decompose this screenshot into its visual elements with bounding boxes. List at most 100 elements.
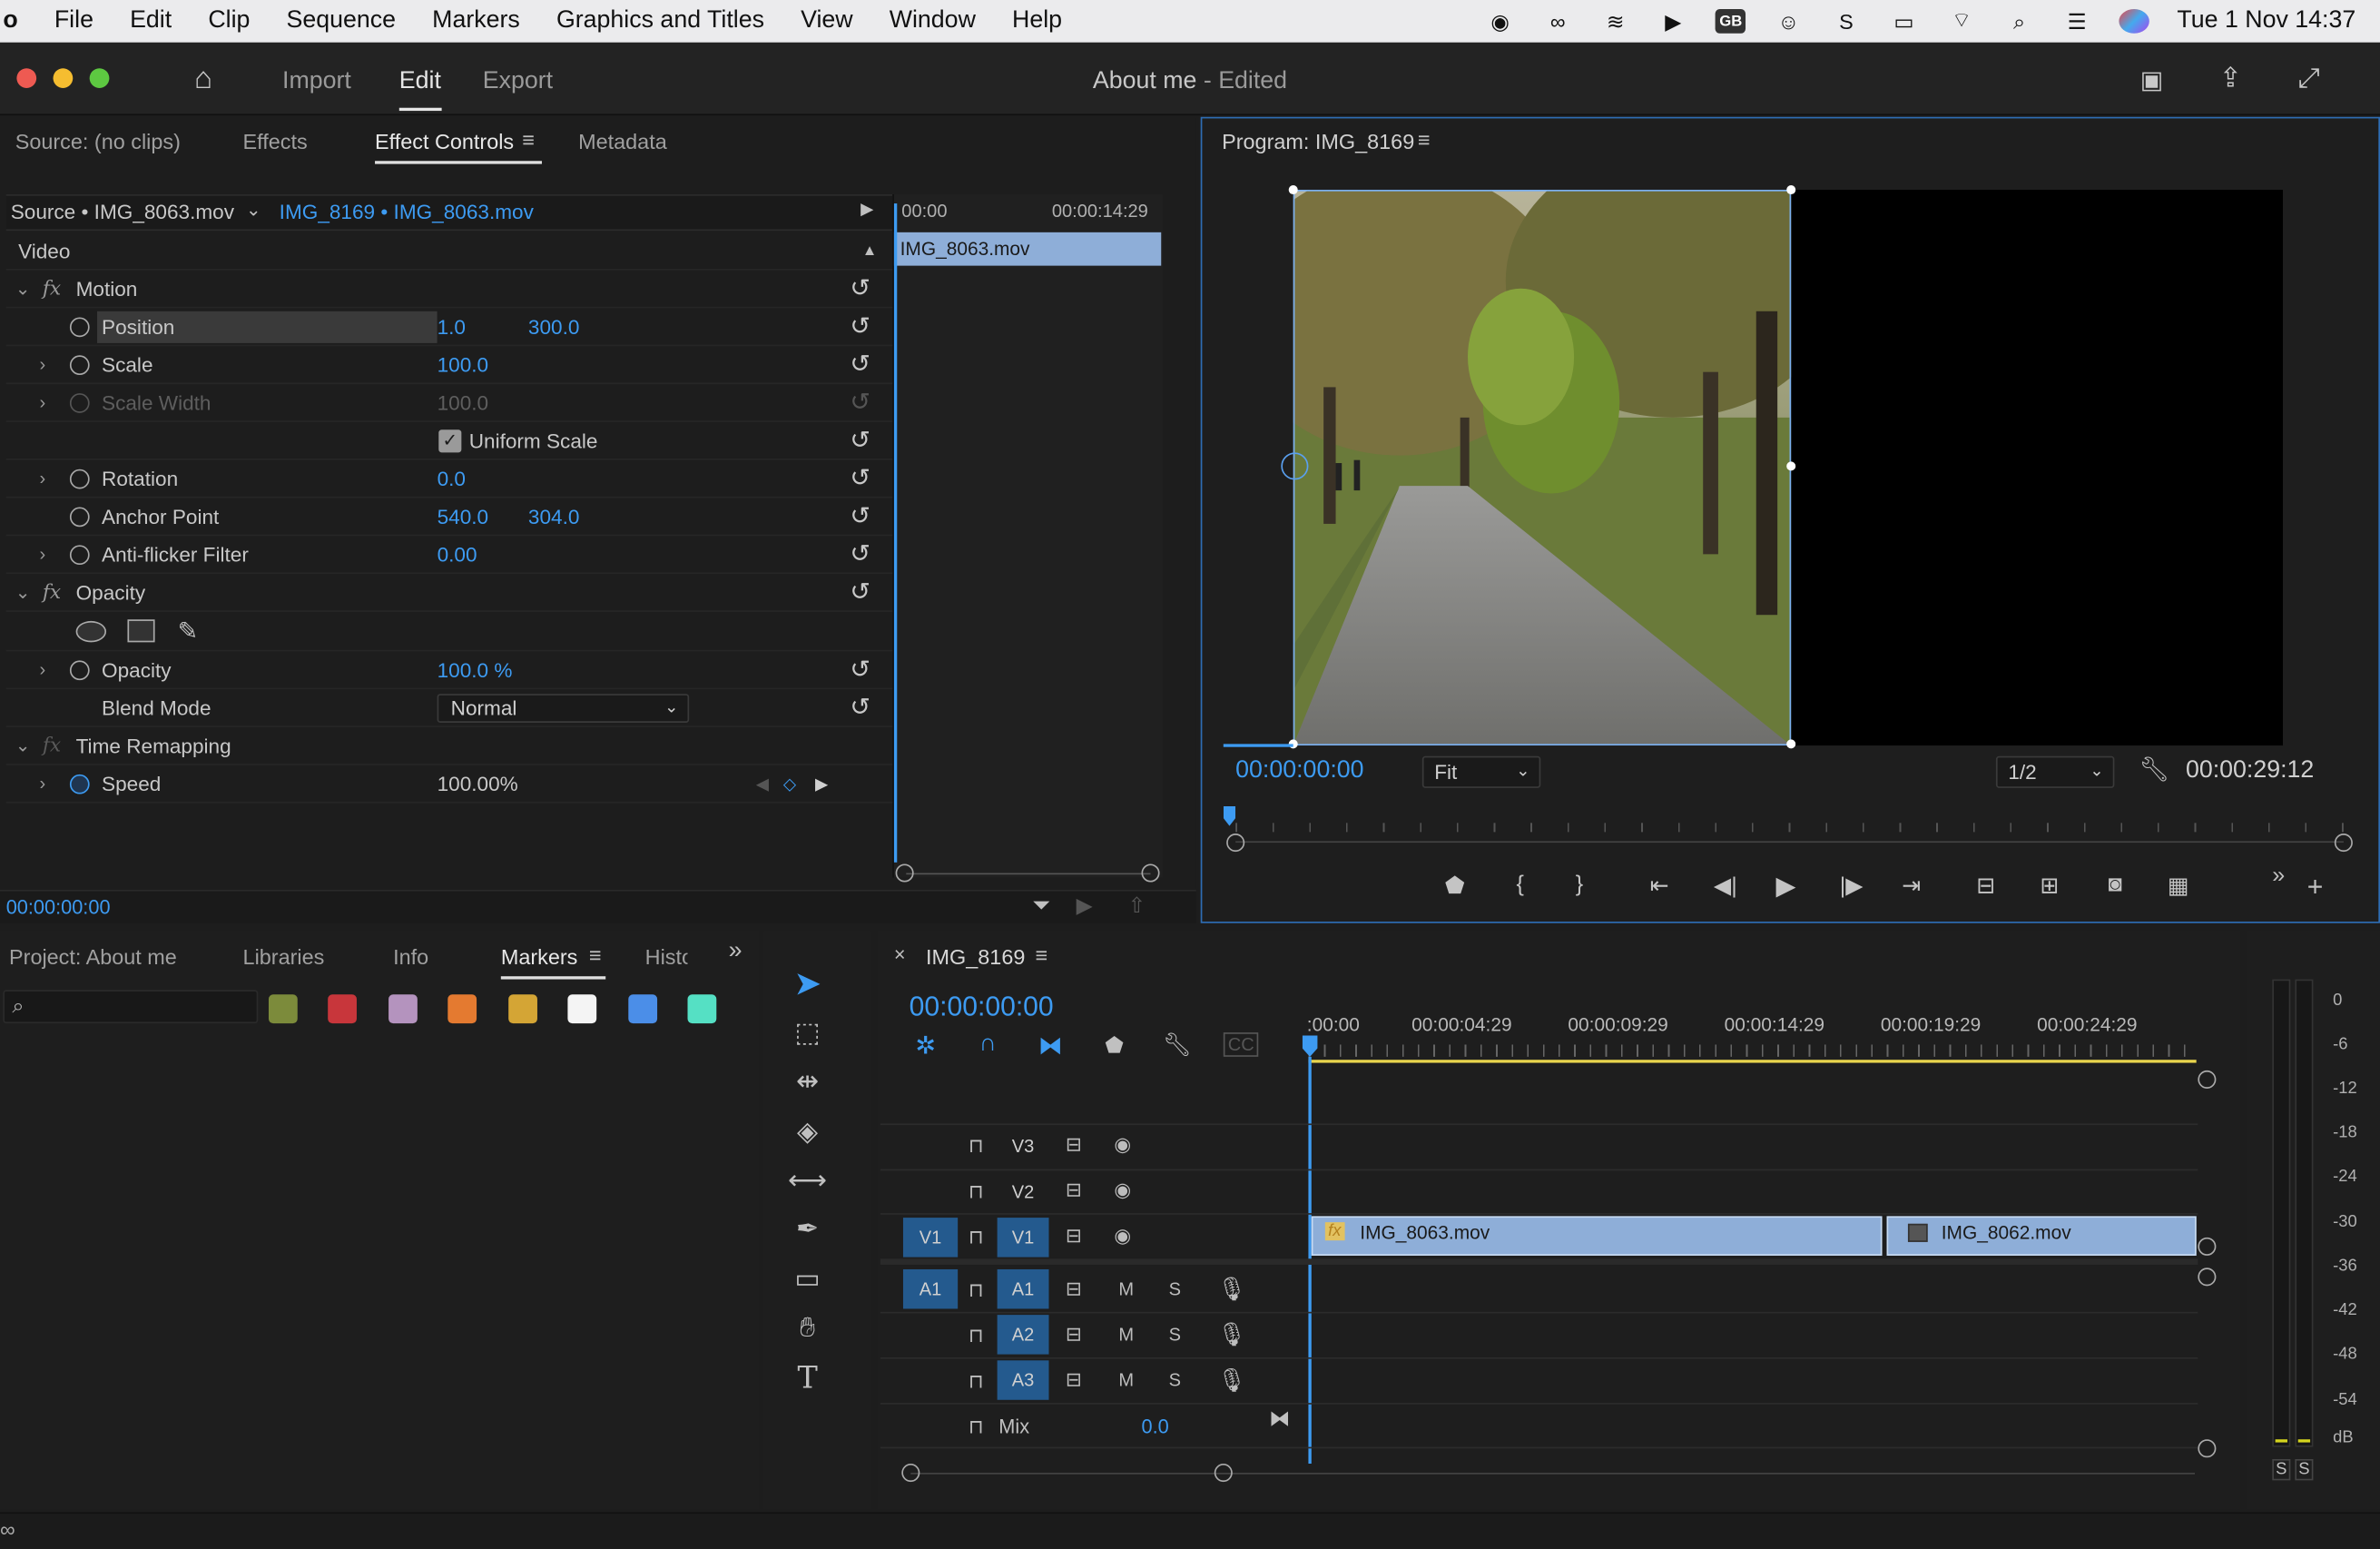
monitor-zoom-right-handle[interactable] xyxy=(2334,834,2353,853)
share-icon[interactable]: ⇪ xyxy=(2219,63,2242,94)
mute-button[interactable]: M xyxy=(1118,1369,1134,1390)
lock-icon[interactable]: ⊓ xyxy=(969,1324,984,1348)
lift-icon[interactable]: ⊟ xyxy=(1976,872,1995,899)
chevron-right-icon[interactable]: › xyxy=(39,773,45,794)
add-marker-icon[interactable]: ⬟ xyxy=(1105,1032,1123,1058)
reset-icon[interactable]: ↺ xyxy=(850,655,870,685)
button-editor-icon[interactable]: + xyxy=(2307,872,2324,903)
mark-in-icon[interactable]: { xyxy=(1517,872,1524,897)
audio-zoom-handle[interactable] xyxy=(2198,1268,2217,1287)
lock-icon[interactable]: ⊓ xyxy=(969,1415,984,1439)
transform-bounding-box[interactable] xyxy=(1293,190,1792,746)
stopwatch-icon[interactable] xyxy=(69,354,90,375)
solo-button[interactable]: S xyxy=(1169,1369,1181,1390)
razor-tool-icon[interactable]: ◈ xyxy=(786,1110,829,1152)
antiflicker-value[interactable]: 0.00 xyxy=(438,543,477,566)
chevron-right-icon[interactable]: › xyxy=(39,468,45,488)
prev-keyframe-icon[interactable]: ◀ xyxy=(756,774,769,794)
linked-selection-icon[interactable]: ⧓ xyxy=(1038,1031,1063,1061)
camera-icon[interactable]: ◙ xyxy=(2109,872,2122,897)
sync-icon[interactable]: ≋ xyxy=(1600,8,1630,34)
tab-libraries[interactable]: Libraries xyxy=(243,944,325,969)
transform-handle[interactable] xyxy=(1288,185,1298,195)
source-patch-a1[interactable]: A1 xyxy=(902,1268,959,1309)
ec-zoom-left-handle[interactable] xyxy=(895,863,914,883)
anchor-y-value[interactable]: 304.0 xyxy=(528,505,580,528)
sync-lock-icon[interactable]: ⊟ xyxy=(1066,1224,1082,1248)
lock-icon[interactable]: ⊓ xyxy=(969,1278,984,1303)
track-v1-label[interactable]: V1 xyxy=(997,1218,1049,1258)
add-keyframe-icon[interactable]: ◇ xyxy=(783,774,796,794)
tab-info[interactable]: Info xyxy=(393,944,428,969)
marker-color-swatch[interactable] xyxy=(447,994,477,1024)
speed-value[interactable]: 100.00% xyxy=(438,772,518,794)
work-area-bar[interactable] xyxy=(1308,1060,2197,1063)
sync-lock-icon[interactable]: ⊟ xyxy=(1066,1322,1082,1347)
clip-dropdown-icon[interactable]: ⌄ xyxy=(246,199,261,220)
hand-tool-icon[interactable]: ✋︎ xyxy=(786,1306,829,1348)
mark-out-icon[interactable]: } xyxy=(1576,872,1583,897)
monitor-zoom-left-handle[interactable] xyxy=(1226,834,1245,853)
panel-menu-icon[interactable]: ≡ xyxy=(522,127,535,152)
go-to-in-icon[interactable]: ⇤ xyxy=(1650,872,1669,899)
input-source-icon[interactable]: GB xyxy=(1716,9,1746,34)
selection-tool-icon[interactable]: ➤ xyxy=(786,962,829,1005)
panel-menu-icon[interactable]: ≡ xyxy=(1418,127,1431,152)
reset-icon[interactable]: ↺ xyxy=(850,577,870,607)
stopwatch-icon[interactable] xyxy=(69,773,90,794)
transform-handle[interactable] xyxy=(1786,461,1796,471)
sequence-tab[interactable]: IMG_8169 xyxy=(926,944,1025,969)
panel-menu-icon[interactable]: ≡ xyxy=(589,942,602,967)
quick-export-icon[interactable]: ▣ xyxy=(2140,65,2163,95)
lock-icon[interactable]: ⊓ xyxy=(969,1369,984,1394)
marker-color-swatch[interactable] xyxy=(508,994,537,1024)
marker-color-swatch[interactable] xyxy=(328,994,357,1024)
chevron-down-icon[interactable]: ⌄ xyxy=(15,278,31,299)
reset-icon[interactable]: ↺ xyxy=(850,693,870,723)
go-to-edit-icon[interactable]: ⧓ xyxy=(1269,1406,1290,1431)
motion-effect-row[interactable]: ⌄ fx Motion ↺ xyxy=(5,271,893,309)
chevron-right-icon[interactable]: › xyxy=(39,659,45,680)
reset-icon[interactable]: ↺ xyxy=(850,501,870,531)
tab-source[interactable]: Source: (no clips) xyxy=(15,129,181,153)
timeline-clip-2[interactable]: IMG_8062.mov xyxy=(1886,1216,2197,1256)
sequence-clip-link[interactable]: IMG_8169 • IMG_8063.mov xyxy=(280,201,534,223)
opacity-effect-row[interactable]: ⌄ fx Opacity ↺ xyxy=(5,574,893,612)
creative-cloud-status-icon[interactable]: ∞ xyxy=(0,1517,15,1542)
clock[interactable]: Tue 1 Nov 14:37 xyxy=(2177,7,2355,35)
chevron-down-icon[interactable]: ⌄ xyxy=(15,581,31,602)
timeline-scroll-left-handle[interactable] xyxy=(901,1464,920,1483)
chevron-down-icon[interactable]: ⌄ xyxy=(15,735,31,755)
ec-playhead[interactable] xyxy=(893,203,897,863)
slip-tool-icon[interactable]: ⟷ xyxy=(786,1159,829,1201)
position-x-value[interactable]: 1.0 xyxy=(438,315,466,338)
accessibility-icon[interactable]: ☺ xyxy=(1774,9,1804,34)
scale-value[interactable]: 100.0 xyxy=(438,353,489,376)
next-keyframe-icon[interactable]: ▶ xyxy=(815,774,828,794)
audio-zoom-handle[interactable] xyxy=(2198,1439,2217,1458)
ec-zoom-right-handle[interactable] xyxy=(1141,863,1160,883)
filter-icon[interactable]: ⏷ xyxy=(1032,893,1050,918)
step-forward-icon[interactable]: |▶︎ xyxy=(1840,872,1864,899)
marker-color-swatch[interactable] xyxy=(567,994,597,1024)
marker-color-swatch[interactable] xyxy=(628,994,658,1024)
tab-history[interactable]: Histo xyxy=(645,944,688,969)
eye-icon[interactable]: ◉ xyxy=(1114,1224,1131,1248)
pen-tool-icon[interactable]: ✒ xyxy=(786,1207,829,1249)
mute-button[interactable]: M xyxy=(1118,1324,1134,1345)
position-y-value[interactable]: 300.0 xyxy=(528,315,580,338)
reset-icon[interactable]: ↺ xyxy=(850,539,870,569)
anchor-point-crosshair-icon[interactable] xyxy=(1281,452,1309,480)
marker-color-swatch[interactable] xyxy=(687,994,717,1024)
timeline-timecode[interactable]: 00:00:00:00 xyxy=(910,992,1054,1023)
wrench-icon[interactable]: 🔧︎ xyxy=(1163,1031,1192,1058)
panel-menu-icon[interactable]: ≡ xyxy=(1035,942,1047,967)
track-v3-label[interactable]: V3 xyxy=(998,1127,1049,1166)
marker-color-swatch[interactable] xyxy=(388,994,418,1024)
menu-window[interactable]: Window xyxy=(890,7,976,35)
zoom-select[interactable]: Fit ⌄ xyxy=(1421,755,1541,788)
mute-button[interactable]: M xyxy=(1118,1278,1134,1299)
screen-recorder-icon[interactable]: ◉ xyxy=(1485,8,1515,34)
sync-lock-icon[interactable]: ⊟ xyxy=(1066,1277,1082,1301)
mini-clip[interactable]: IMG_8063.mov xyxy=(893,232,1162,266)
